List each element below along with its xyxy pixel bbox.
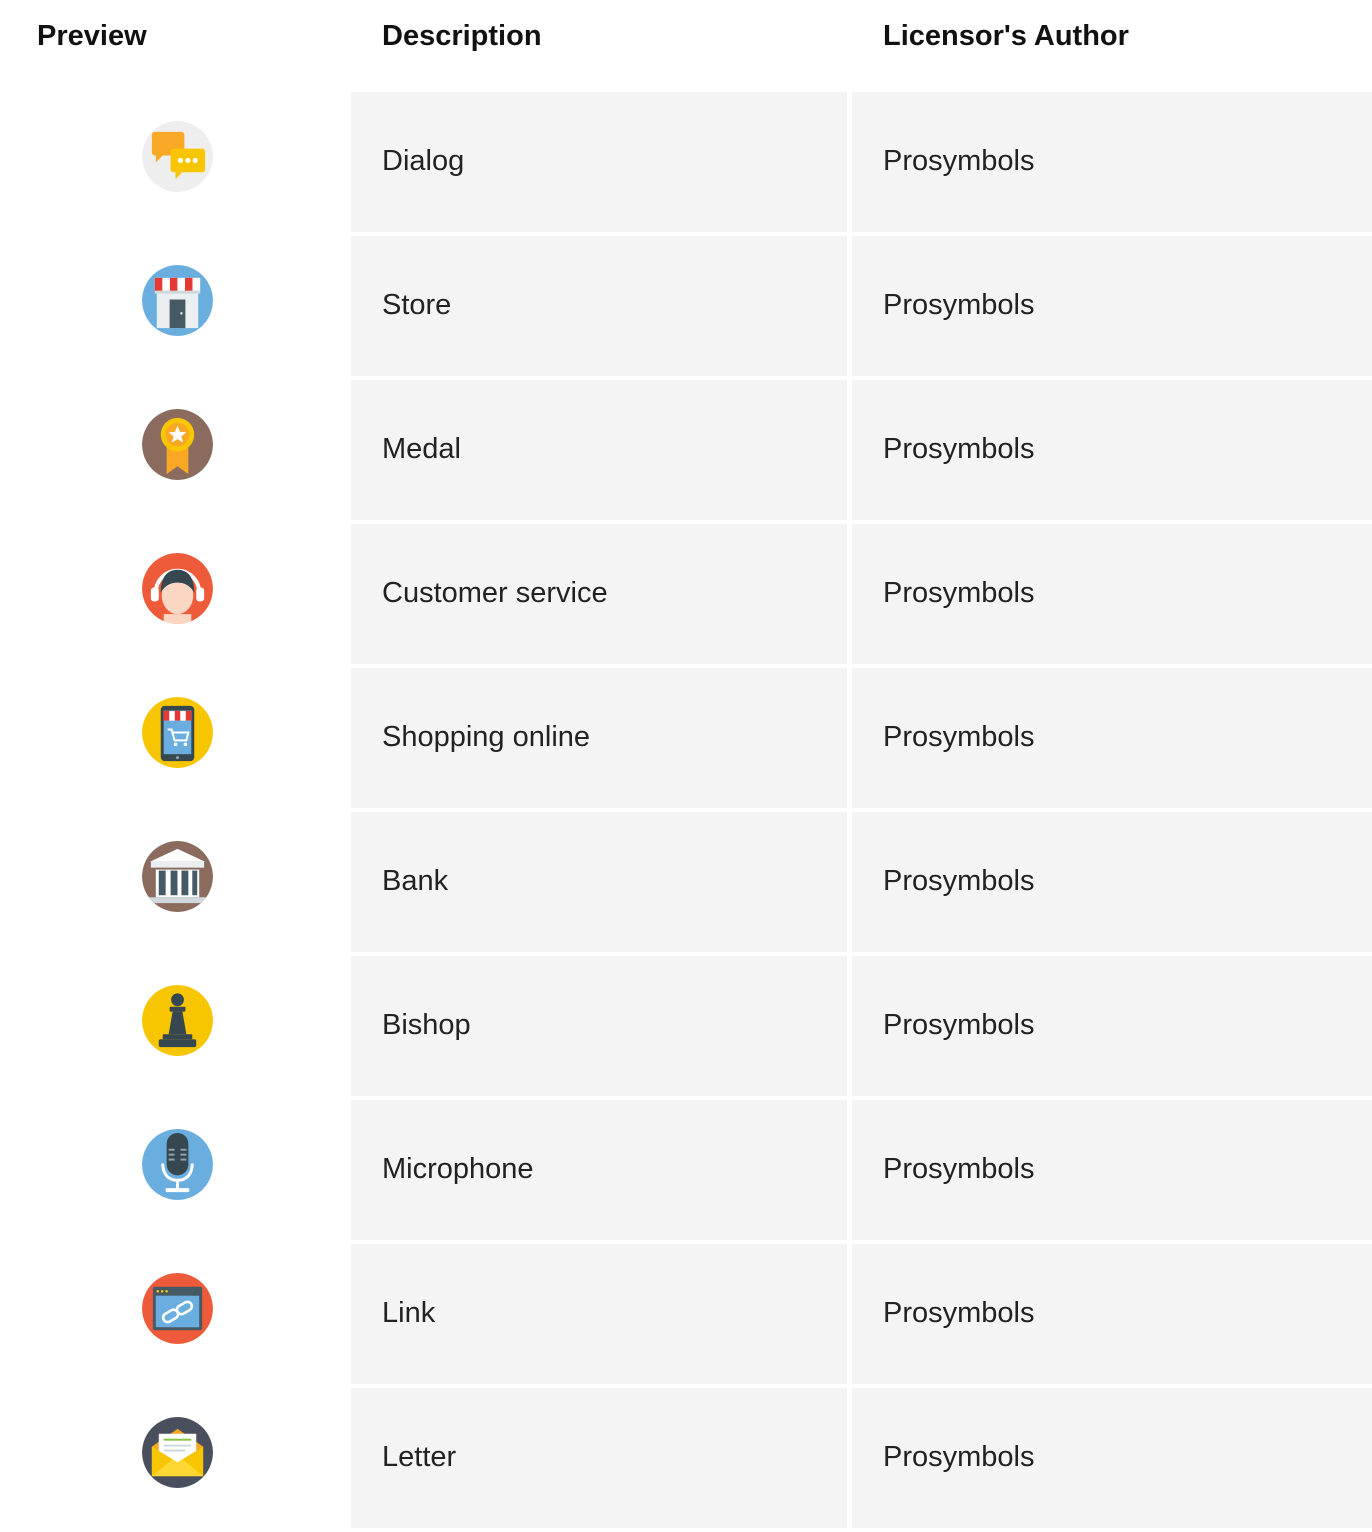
description-cell: Bank	[351, 812, 847, 952]
author-cell: Prosymbols	[852, 668, 1372, 808]
author-cell: Prosymbols	[852, 812, 1372, 952]
link-icon	[142, 1273, 213, 1344]
dialog-icon	[142, 121, 213, 192]
author-cell: Prosymbols	[852, 92, 1372, 232]
description-text: Customer service	[382, 577, 608, 609]
author-cell: Prosymbols	[852, 956, 1372, 1096]
preview-cell	[0, 668, 350, 808]
author-cell: Prosymbols	[852, 524, 1372, 664]
table-row: Bishop Prosymbols	[0, 956, 1372, 1096]
author-cell: Prosymbols	[852, 1100, 1372, 1240]
description-text: Bishop	[382, 1009, 471, 1041]
description-cell: Store	[351, 236, 847, 376]
preview-cell	[0, 1244, 350, 1384]
description-cell: Bishop	[351, 956, 847, 1096]
author-cell: Prosymbols	[852, 380, 1372, 520]
microphone-icon	[142, 1129, 213, 1200]
description-cell: Letter	[351, 1388, 847, 1528]
table-row: Customer service Prosymbols	[0, 524, 1372, 664]
description-cell: Link	[351, 1244, 847, 1384]
author-text: Prosymbols	[883, 1441, 1035, 1473]
bishop-icon	[142, 985, 213, 1056]
column-header-description: Description	[382, 20, 542, 52]
author-text: Prosymbols	[883, 145, 1035, 177]
author-text: Prosymbols	[883, 721, 1035, 753]
store-icon	[142, 265, 213, 336]
description-cell: Medal	[351, 380, 847, 520]
description-text: Dialog	[382, 145, 465, 177]
author-text: Prosymbols	[883, 577, 1035, 609]
author-text: Prosymbols	[883, 433, 1035, 465]
description-text: Shopping online	[382, 721, 591, 753]
author-text: Prosymbols	[883, 865, 1035, 897]
author-text: Prosymbols	[883, 1009, 1035, 1041]
description-text: Bank	[382, 865, 449, 897]
description-cell: Shopping online	[351, 668, 847, 808]
description-text: Medal	[382, 433, 461, 465]
preview-cell	[0, 1100, 350, 1240]
author-text: Prosymbols	[883, 289, 1035, 321]
customer-service-icon	[142, 553, 213, 624]
bank-icon	[142, 841, 213, 912]
table-header: Preview Description Licensor's Author	[0, 0, 1372, 76]
author-cell: Prosymbols	[852, 1244, 1372, 1384]
letter-icon	[142, 1417, 213, 1488]
preview-cell	[0, 812, 350, 952]
author-cell: Prosymbols	[852, 1388, 1372, 1528]
description-cell: Dialog	[351, 92, 847, 232]
table-row: Bank Prosymbols	[0, 812, 1372, 952]
table-row: Link Prosymbols	[0, 1244, 1372, 1384]
table-row: Letter Prosymbols	[0, 1388, 1372, 1528]
preview-cell	[0, 1388, 350, 1528]
description-cell: Customer service	[351, 524, 847, 664]
preview-cell	[0, 956, 350, 1096]
column-header-preview: Preview	[37, 20, 147, 52]
table-row: Microphone Prosymbols	[0, 1100, 1372, 1240]
table-row: Dialog Prosymbols	[0, 92, 1372, 232]
preview-cell	[0, 92, 350, 232]
table-row: Shopping online Prosymbols	[0, 668, 1372, 808]
table-body: Dialog Prosymbols Store Prosymbols Medal…	[0, 92, 1372, 1532]
table-row: Store Prosymbols	[0, 236, 1372, 376]
description-cell: Microphone	[351, 1100, 847, 1240]
table-row: Medal Prosymbols	[0, 380, 1372, 520]
description-text: Store	[382, 289, 452, 321]
column-header-author: Licensor's Author	[883, 20, 1129, 52]
shopping-online-icon	[142, 697, 213, 768]
description-text: Letter	[382, 1441, 457, 1473]
medal-icon	[142, 409, 213, 480]
author-text: Prosymbols	[883, 1297, 1035, 1329]
description-text: Microphone	[382, 1153, 534, 1185]
preview-cell	[0, 380, 350, 520]
description-text: Link	[382, 1297, 436, 1329]
author-cell: Prosymbols	[852, 236, 1372, 376]
author-text: Prosymbols	[883, 1153, 1035, 1185]
preview-cell	[0, 524, 350, 664]
preview-cell	[0, 236, 350, 376]
